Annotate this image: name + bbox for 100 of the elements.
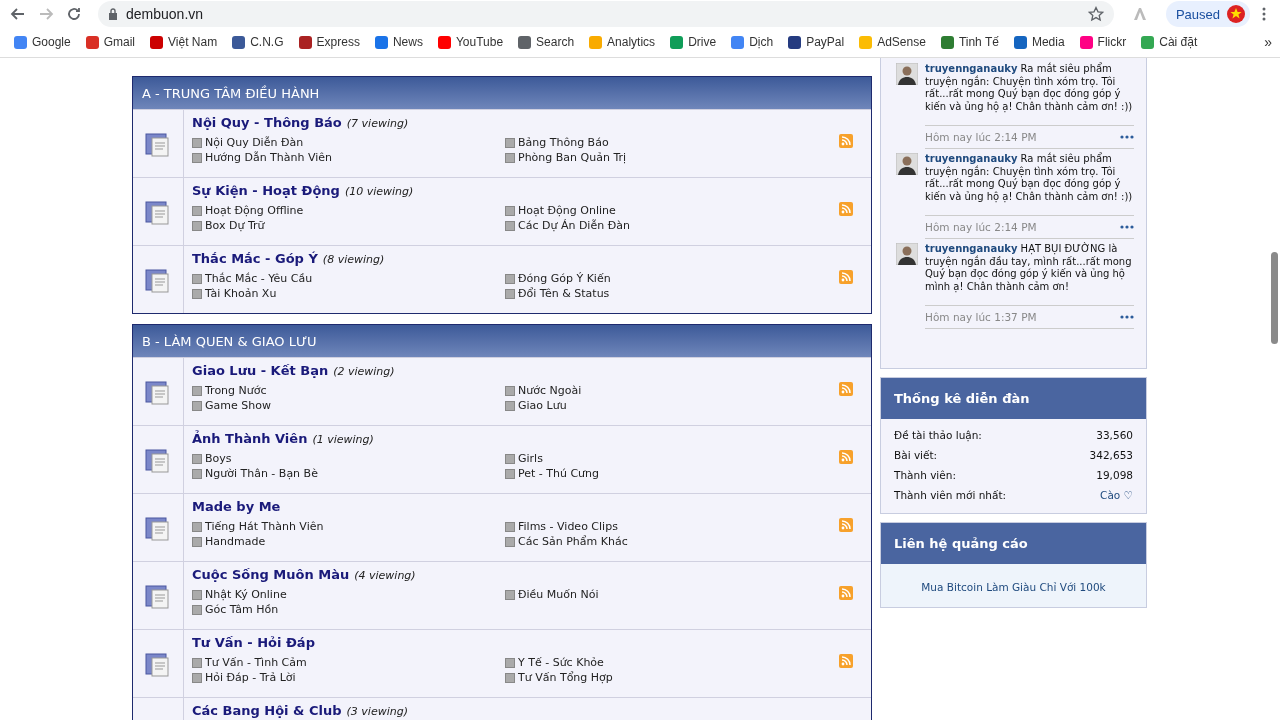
subforum-link[interactable]: Các Sản Phẩm Khác <box>505 535 839 548</box>
subforum-link[interactable]: Trong Nước <box>192 384 505 397</box>
rss-icon[interactable] <box>839 518 853 532</box>
bookmark-link[interactable]: C.N.G <box>232 35 284 49</box>
profile-button[interactable]: Paused <box>1165 1 1250 27</box>
shout-time: Hôm nay lúc 2:14 PM <box>925 221 1037 233</box>
bookmark-link[interactable]: PayPal <box>788 35 845 49</box>
category-header[interactable]: A - TRUNG TÂM ĐIỀU HÀNH <box>133 77 871 109</box>
more-bookmarks-button[interactable]: » <box>1264 34 1272 50</box>
subforum-link[interactable]: Tiếng Hát Thành Viên <box>192 520 505 533</box>
forum-title-link[interactable]: Tư Vấn - Hỏi Đáp <box>192 635 315 650</box>
forum-title-link[interactable]: Nội Quy - Thông Báo <box>192 115 342 130</box>
more-icon[interactable] <box>1120 315 1134 319</box>
subforum-link[interactable]: Y Tế - Sức Khỏe <box>505 656 839 669</box>
subforum-link[interactable]: Hướng Dẫn Thành Viên <box>192 151 505 164</box>
subforum-link[interactable]: Tài Khoản Xu <box>192 287 505 300</box>
scrollbar-thumb[interactable] <box>1271 252 1278 344</box>
ad-link[interactable]: Mua Bitcoin Làm Giàu Chỉ Với 100k <box>921 581 1106 593</box>
avatar-icon <box>896 63 918 85</box>
forum-title-link[interactable]: Sự Kiện - Hoạt Động <box>192 183 340 198</box>
subforum-link[interactable]: Người Thân - Bạn Bè <box>192 467 505 480</box>
subforum-link[interactable]: Điều Muốn Nói <box>505 588 839 601</box>
bookmark-link[interactable]: Search <box>518 35 575 49</box>
member-link[interactable]: Cào ♡ <box>1100 489 1133 501</box>
subforum-link[interactable]: Tư Vấn Tổng Hợp <box>505 671 839 684</box>
subforum-link[interactable]: Bảng Thông Báo <box>505 136 839 149</box>
forum-title-link[interactable]: Các Bang Hội & Club <box>192 703 342 718</box>
subforum-link[interactable]: Films - Video Clips <box>505 520 839 533</box>
shout-message: truyennganauky Ra mắt siêu phẩm truyện ngắn: Chuyện tình xóm trọ. Tôi rất...rất mong Quý bạn đọc đóng góp ý kiến và ủng hộ ạ! Chân thành cảm ơn! :)) <box>925 63 1134 113</box>
subforum-link[interactable]: Girls <box>505 452 839 465</box>
forum-title-link[interactable]: Made by Me <box>192 499 281 514</box>
forward-icon[interactable] <box>38 6 54 22</box>
stat-value: 342,653 <box>1089 449 1133 461</box>
bookmark-link[interactable]: Gmail <box>85 35 136 49</box>
bookmark-link[interactable]: News <box>374 35 423 49</box>
stat-label: Thành viên: <box>894 469 956 481</box>
viewing-count: (7 viewing) <box>346 117 409 130</box>
forum-title-link[interactable]: Thắc Mắc - Góp Ý <box>192 251 318 266</box>
bookmark-link[interactable]: Dịch <box>731 35 774 49</box>
viewing-count: (3 viewing) <box>346 705 408 718</box>
rss-icon[interactable] <box>839 382 853 396</box>
subforum-link[interactable]: Box Dự Trữ <box>192 219 505 232</box>
subforum-link[interactable]: Nước Ngoài <box>505 384 839 397</box>
rss-icon[interactable] <box>839 270 853 284</box>
bookmark-link[interactable]: Cài đặt <box>1141 35 1198 49</box>
reload-icon[interactable] <box>66 6 82 22</box>
more-icon[interactable] <box>1120 135 1134 139</box>
subforum-link[interactable]: Các Dự Án Diễn Đàn <box>505 219 839 232</box>
bookmark-link[interactable]: YouTube <box>437 35 504 49</box>
more-icon[interactable] <box>1120 225 1134 229</box>
bookmark-link[interactable]: Media <box>1013 35 1065 49</box>
category-header[interactable]: B - LÀM QUEN & GIAO LƯU <box>133 325 871 357</box>
stat-label: Đề tài thảo luận: <box>894 429 982 441</box>
viewing-count: (4 viewing) <box>354 569 416 582</box>
forum-title-link[interactable]: Cuộc Sống Muôn Màu <box>192 567 350 582</box>
menu-icon[interactable] <box>1262 6 1266 22</box>
bookmark-link[interactable]: Tinh Tế <box>940 35 999 49</box>
subforum-link[interactable]: Hoạt Động Online <box>505 204 839 217</box>
viewing-count: (2 viewing) <box>333 365 395 378</box>
extension-icon[interactable] <box>1131 6 1148 22</box>
viewing-count: (1 viewing) <box>312 433 374 446</box>
subforum-link[interactable]: Phòng Ban Quản Trị <box>505 151 839 164</box>
rss-icon[interactable] <box>839 654 853 668</box>
subforum-link[interactable]: Giao Lưu <box>505 399 839 412</box>
bookmark-link[interactable]: Flickr <box>1079 35 1127 49</box>
stat-value: 33,560 <box>1096 429 1133 441</box>
rss-icon[interactable] <box>839 586 853 600</box>
shout-message: truyennganauky HẠT BỤI ĐƯỜNG là truyện ngắn đầu tay, mình rất...rất mong Quý bạn đọc đóng góp ý kiến và ủng hộ mình ạ! Chân thành cảm ơn! <box>925 243 1133 293</box>
rss-icon[interactable] <box>839 450 853 464</box>
star-icon[interactable] <box>1087 6 1104 22</box>
subforum-link[interactable]: Pet - Thú Cưng <box>505 467 839 480</box>
bookmark-link[interactable]: Express <box>298 35 360 49</box>
subforum-link[interactable]: Hoạt Động Offline <box>192 204 505 217</box>
subforum-link[interactable]: Game Show <box>192 399 505 412</box>
avatar-icon <box>896 243 918 265</box>
bookmark-link[interactable]: Google <box>14 35 71 49</box>
rss-icon[interactable] <box>839 202 853 216</box>
rss-icon[interactable] <box>839 134 853 148</box>
bookmark-link[interactable]: Việt Nam <box>150 35 218 49</box>
subforum-link[interactable]: Đóng Góp Ý Kiến <box>505 272 839 285</box>
address-bar[interactable]: dembuon.vn <box>98 1 1114 27</box>
subforum-link[interactable]: Boys <box>192 452 505 465</box>
shout-message: truyennganauky Ra mắt siêu phẩm truyện ngắn: Chuyện tình xóm trọ. Tôi rất...rất mong Quý bạn đọc đóng góp ý kiến và ủng hộ ạ! Chân thành cảm ơn! :)) <box>925 153 1134 203</box>
subforum-link[interactable]: Đổi Tên & Status <box>505 287 839 300</box>
bookmark-link[interactable]: AdSense <box>859 35 926 49</box>
stat-label: Thành viên mới nhất: <box>894 489 1007 501</box>
subforum-link[interactable]: Nội Quy Diễn Đàn <box>192 136 505 149</box>
forum-title-link[interactable]: Giao Lưu - Kết Bạn <box>192 363 329 378</box>
subforum-link[interactable]: Hỏi Đáp - Trả Lời <box>192 671 505 684</box>
bookmark-link[interactable]: Analytics <box>589 35 656 49</box>
avatar-icon <box>896 153 918 175</box>
viewing-count: (10 viewing) <box>344 185 414 198</box>
subforum-link[interactable]: Thắc Mắc - Yêu Cầu <box>192 272 505 285</box>
subforum-link[interactable]: Handmade <box>192 535 505 548</box>
subforum-link[interactable]: Góc Tâm Hồn <box>192 603 505 616</box>
subforum-link[interactable]: Tư Vấn - Tình Cảm <box>192 656 505 669</box>
back-icon[interactable] <box>10 6 26 22</box>
bookmark-link[interactable]: Drive <box>670 35 717 49</box>
forum-title-link[interactable]: Ảnh Thành Viên <box>192 431 308 446</box>
subforum-link[interactable]: Nhật Ký Online <box>192 588 505 601</box>
